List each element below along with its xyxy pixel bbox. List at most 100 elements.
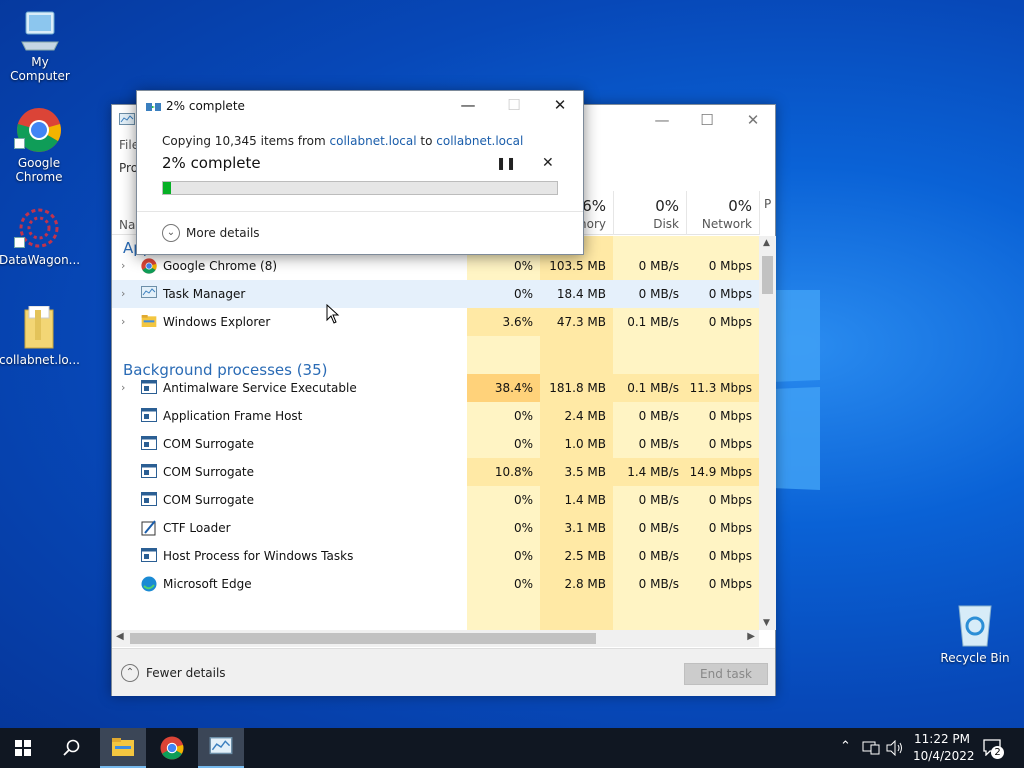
desktop-icon-my-computer[interactable]: My Computer xyxy=(0,10,80,83)
table-row[interactable]: Application Frame Host 0% 2.4 MB 0 MB/s 0 Mb… xyxy=(112,402,759,430)
cell-mem: 1.4 MB xyxy=(564,493,606,507)
task-manager-icon xyxy=(209,737,233,755)
desktop-icon-recycle-bin[interactable]: Recycle Bin xyxy=(935,602,1015,665)
footer: ⌃ Fewer details End task xyxy=(112,648,775,696)
taskbar: ⌃ 11:22 PM 10/4/2022 2 xyxy=(0,728,1024,768)
network-icon[interactable] xyxy=(862,740,880,756)
recycle-bin-icon xyxy=(958,605,992,647)
minimize-button[interactable]: — xyxy=(459,96,477,114)
clock-time[interactable]: 11:22 PM xyxy=(914,732,970,746)
scroll-up-arrow[interactable]: ▲ xyxy=(763,238,770,248)
chrome-icon xyxy=(160,736,184,760)
column-disk[interactable]: 0% Disk xyxy=(613,191,686,235)
end-task-button[interactable]: End task xyxy=(684,663,768,685)
desktop-icon-datawagon[interactable]: DataWagon... xyxy=(0,206,80,267)
action-center-button[interactable]: 2 xyxy=(982,738,1004,759)
cell-disk: 0 MB/s xyxy=(638,259,679,273)
process-name: COM Surrogate xyxy=(163,465,255,479)
edge-icon xyxy=(141,576,157,592)
column-power[interactable]: P xyxy=(759,191,775,235)
table-row[interactable]: Microsoft Edge 0% 2.8 MB 0 MB/s 0 Mbps xyxy=(112,570,759,598)
column-name[interactable]: Na xyxy=(119,218,135,232)
cell-mem: 181.8 MB xyxy=(540,374,613,402)
scroll-thumb[interactable] xyxy=(762,256,773,294)
chevron-up-icon[interactable]: ⌃ xyxy=(121,664,139,682)
table-row[interactable]: › Windows Explorer 3.6% 47.3 MB 0.1 MB/s 0 Mb… xyxy=(112,308,759,336)
scroll-left-arrow[interactable]: ◀ xyxy=(116,631,124,642)
cell-mem: 103.5 MB xyxy=(549,259,606,273)
process-name: Host Process for Windows Tasks xyxy=(163,549,354,563)
source-link[interactable]: collabnet.local xyxy=(330,134,417,148)
destination-link[interactable]: collabnet.local xyxy=(436,134,523,148)
search-icon xyxy=(63,739,80,756)
scroll-thumb[interactable] xyxy=(130,633,596,644)
cell-disk: 0 MB/s xyxy=(638,409,679,423)
cell-net: 14.9 Mbps xyxy=(686,458,759,486)
cell-disk: 0 MB/s xyxy=(638,577,679,591)
table-row[interactable]: COM Surrogate 10.8% 3.5 MB 1.4 MB/s 14.9 Mbp… xyxy=(112,458,759,486)
minimize-button[interactable]: — xyxy=(653,111,671,129)
column-network[interactable]: 0% Network xyxy=(686,191,759,235)
mouse-cursor-icon xyxy=(326,304,340,324)
table-row[interactable]: › Google Chrome (8) 0% 103.5 MB 0 MB/s 0 Mbps xyxy=(112,252,759,280)
cell-cpu: 0% xyxy=(513,409,533,423)
desktop-icon-label: Google Chrome xyxy=(15,156,63,184)
show-hidden-icons-chevron-icon[interactable]: ⌃ xyxy=(840,739,851,754)
pause-button[interactable]: ❚❚ xyxy=(496,156,516,170)
close-button[interactable]: ✕ xyxy=(744,111,762,129)
shortcut-arrow-icon xyxy=(14,138,25,149)
expand-chevron-icon[interactable]: › xyxy=(121,287,125,300)
cell-disk: 0 MB/s xyxy=(638,521,679,535)
horizontal-scrollbar[interactable]: ◀ ▶ xyxy=(112,630,759,647)
scroll-right-arrow[interactable]: ▶ xyxy=(747,631,755,642)
taskbar-file-explorer[interactable] xyxy=(100,728,146,768)
fewer-details-link[interactable]: Fewer details xyxy=(146,666,226,680)
maximize-button[interactable]: ☐ xyxy=(698,111,716,129)
cell-cpu: 3.6% xyxy=(467,308,540,336)
scroll-down-arrow[interactable]: ▼ xyxy=(763,618,770,628)
process-name: Antimalware Service Executable xyxy=(163,381,357,395)
table-row[interactable]: › Task Manager 0% 18.4 MB 0 MB/s 0 Mbps xyxy=(112,280,759,308)
table-row[interactable]: › Antimalware Service Executable 38.4% 181.… xyxy=(112,374,759,402)
folder-icon xyxy=(24,306,54,349)
column-label: P xyxy=(764,197,772,211)
cell-mem: 18.4 MB xyxy=(556,287,606,301)
process-list: Apps (3) Background processes (35) ›Goog… xyxy=(112,236,759,630)
start-button[interactable] xyxy=(0,728,46,768)
column-pct: 0% xyxy=(728,197,752,215)
table-row[interactable]: COM Surrogate 0% 1.0 MB 0 MB/s 0 Mbps xyxy=(112,430,759,458)
cell-mem: 1.0 MB xyxy=(564,437,606,451)
cell-mem: 47.3 MB xyxy=(556,315,606,329)
cell-net: 0 Mbps xyxy=(708,315,752,329)
table-row[interactable]: COM Surrogate 0% 1.4 MB 0 MB/s 0 Mbps xyxy=(112,486,759,514)
task-manager-icon xyxy=(141,286,157,302)
taskbar-task-manager[interactable] xyxy=(198,728,244,768)
service-icon xyxy=(141,408,157,424)
search-button[interactable] xyxy=(49,728,95,768)
taskbar-chrome[interactable] xyxy=(149,728,195,768)
process-name: Application Frame Host xyxy=(163,409,303,423)
column-label: Network xyxy=(701,217,752,231)
volume-icon[interactable] xyxy=(886,740,904,756)
copy-progress-dialog: 2% complete — ☐ ✕ Copying 10,345 items f… xyxy=(136,90,584,255)
copy-description: Copying 10,345 items from collabnet.loca… xyxy=(162,134,523,148)
copy-status: 2% complete xyxy=(162,154,261,172)
cancel-button[interactable]: ✕ xyxy=(542,155,554,171)
cell-cpu: 10.8% xyxy=(467,458,540,486)
table-row[interactable]: Host Process for Windows Tasks 0% 2.5 MB 0 … xyxy=(112,542,759,570)
chevron-down-icon[interactable]: ⌄ xyxy=(162,224,180,242)
expand-chevron-icon[interactable]: › xyxy=(121,315,125,328)
expand-chevron-icon[interactable]: › xyxy=(121,381,125,394)
desktop-icon-collabnet-folder[interactable]: collabnet.lo... xyxy=(0,306,80,367)
expand-chevron-icon[interactable]: › xyxy=(121,259,125,272)
dialog-title: 2% complete xyxy=(166,99,245,113)
service-icon xyxy=(141,464,157,480)
desktop-icon-google-chrome[interactable]: Google Chrome xyxy=(0,107,79,184)
vertical-scrollbar[interactable]: ▲ ▼ xyxy=(759,236,776,630)
cell-net: 11.3 Mbps xyxy=(686,374,759,402)
more-details-link[interactable]: More details xyxy=(186,226,260,240)
cell-net: 0 Mbps xyxy=(708,577,752,591)
close-button[interactable]: ✕ xyxy=(551,96,569,114)
table-row[interactable]: CTF Loader 0% 3.1 MB 0 MB/s 0 Mbps xyxy=(112,514,759,542)
clock-date[interactable]: 10/4/2022 xyxy=(913,749,975,763)
